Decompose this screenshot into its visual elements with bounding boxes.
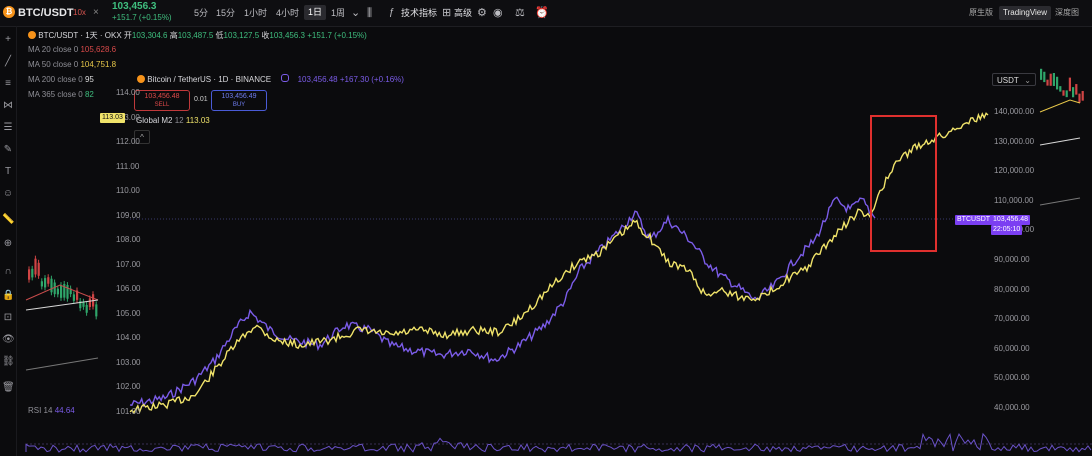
sell-button[interactable]: 103,456.48 SELL — [134, 90, 190, 111]
candle-body — [1049, 73, 1052, 86]
candle-body — [1043, 71, 1046, 83]
candle-body — [1040, 68, 1043, 80]
candle-body — [50, 278, 53, 293]
candle-body — [34, 258, 37, 275]
sell-label: SELL — [154, 102, 170, 108]
m2-axis-tick: 106.00 — [116, 284, 141, 293]
btc-price-tag: 103,456.48 — [991, 215, 1031, 225]
buy-button[interactable]: 103,456.49 BUY — [211, 90, 267, 111]
m2-axis-tick: 108.00 — [116, 235, 141, 244]
m2-axis-tick: 105.00 — [116, 308, 141, 318]
candle-body — [85, 304, 88, 313]
highlight-box — [870, 115, 937, 252]
inner-chart-title: Bitcoin / TetherUS · 1D · BINANCE — [147, 75, 272, 84]
candle-body — [1081, 90, 1084, 101]
m2-axis-tick: 111.00 — [116, 161, 140, 171]
inner-price: 103,456.48 — [297, 75, 338, 84]
btc-axis-tick: 110,000.00 — [994, 195, 1034, 205]
btc-axis-tick: 90,000.00 — [994, 255, 1030, 264]
btc-axis-tick: 130,000.00 — [994, 136, 1035, 146]
candle-body — [1052, 72, 1055, 86]
btc-symbol-tag: BTCUSDT — [955, 215, 993, 225]
candle-body — [40, 281, 43, 287]
btc-inner-icon — [137, 75, 145, 83]
m2-legend-param: 12 — [174, 116, 184, 125]
global-m2-line — [129, 112, 989, 414]
candle-body — [72, 294, 75, 301]
m2-legend[interactable]: Global M2 12 113.03 — [136, 116, 210, 125]
ma-line — [25, 357, 99, 371]
candle-body — [31, 268, 34, 278]
sell-price: 103,456.48 — [144, 93, 180, 100]
btc-axis-tick: 70,000.00 — [994, 314, 1030, 324]
m2-axis-tick: 110.00 — [116, 186, 140, 195]
btc-axis-tick: 120,000.00 — [994, 166, 1035, 176]
m2-axis-tick: 107.00 — [116, 259, 141, 269]
btc-axis-tick: 140,000.00 — [994, 107, 1035, 116]
candle-body — [60, 285, 63, 298]
visibility-dot-icon[interactable] — [281, 74, 290, 82]
candle-body — [1072, 87, 1075, 98]
chevron-down-icon: ⌄ — [1024, 76, 1031, 85]
chart-canvas[interactable] — [0, 0, 1092, 456]
candle-body — [1046, 79, 1049, 86]
btc-countdown-tag: 22:05:10 — [991, 225, 1023, 235]
candle-body — [1065, 90, 1068, 98]
m2-axis-tick: 114.00 — [116, 88, 140, 97]
btc-axis-tick: 80,000.00 — [994, 284, 1030, 294]
candle-body — [53, 282, 56, 295]
buy-price: 103,456.49 — [221, 93, 257, 100]
outer-right-candles — [1039, 68, 1084, 206]
m2-axis-tick: 104.00 — [116, 333, 141, 342]
outer-candles — [25, 255, 99, 371]
candle-body — [37, 262, 40, 276]
ma-line — [1039, 99, 1081, 113]
m2-axis-tick: 109.00 — [116, 210, 141, 220]
currency-select-value: USDT — [997, 76, 1019, 85]
m2-axis-tick: 112.00 — [116, 137, 140, 146]
candle-body — [56, 288, 59, 295]
ma-line — [1039, 197, 1081, 206]
ma-line — [1039, 137, 1081, 146]
candle-body — [1059, 86, 1062, 92]
inner-chart-title-row: Bitcoin / TetherUS · 1D · BINANCE 103,45… — [137, 74, 404, 84]
candle-body — [47, 277, 50, 284]
candle-body — [95, 304, 98, 317]
m2-legend-value: 113.03 — [185, 116, 210, 125]
candle-body — [1075, 84, 1078, 95]
candle-body — [88, 298, 91, 307]
candle-body — [1078, 93, 1081, 103]
candle-body — [1062, 90, 1065, 96]
btc-axis-tick: 60,000.00 — [994, 343, 1030, 353]
btc-price-line — [129, 196, 876, 408]
btc-axis-tick: 50,000.00 — [994, 373, 1030, 383]
spread-value: 0.01 — [194, 96, 208, 103]
m2-axis-tick: 102.00 — [116, 382, 141, 391]
candle-body — [44, 278, 47, 288]
currency-select[interactable]: USDT ⌄ — [992, 73, 1036, 86]
inner-change: +167.30 (+0.16%) — [339, 75, 404, 84]
btc-axis-tick: 40,000.00 — [994, 403, 1030, 412]
candle-body — [28, 269, 31, 280]
candle-body — [1056, 76, 1059, 90]
m2-axis-tick: 101.00 — [116, 406, 141, 416]
m2-value-tag: 113.03 — [100, 113, 125, 123]
m2-legend-label: Global M2 — [136, 116, 173, 125]
m2-axis-tick: 103.00 — [116, 357, 141, 367]
rsi-line — [25, 432, 1092, 453]
buy-label: BUY — [232, 102, 246, 108]
candle-body — [1068, 77, 1071, 92]
